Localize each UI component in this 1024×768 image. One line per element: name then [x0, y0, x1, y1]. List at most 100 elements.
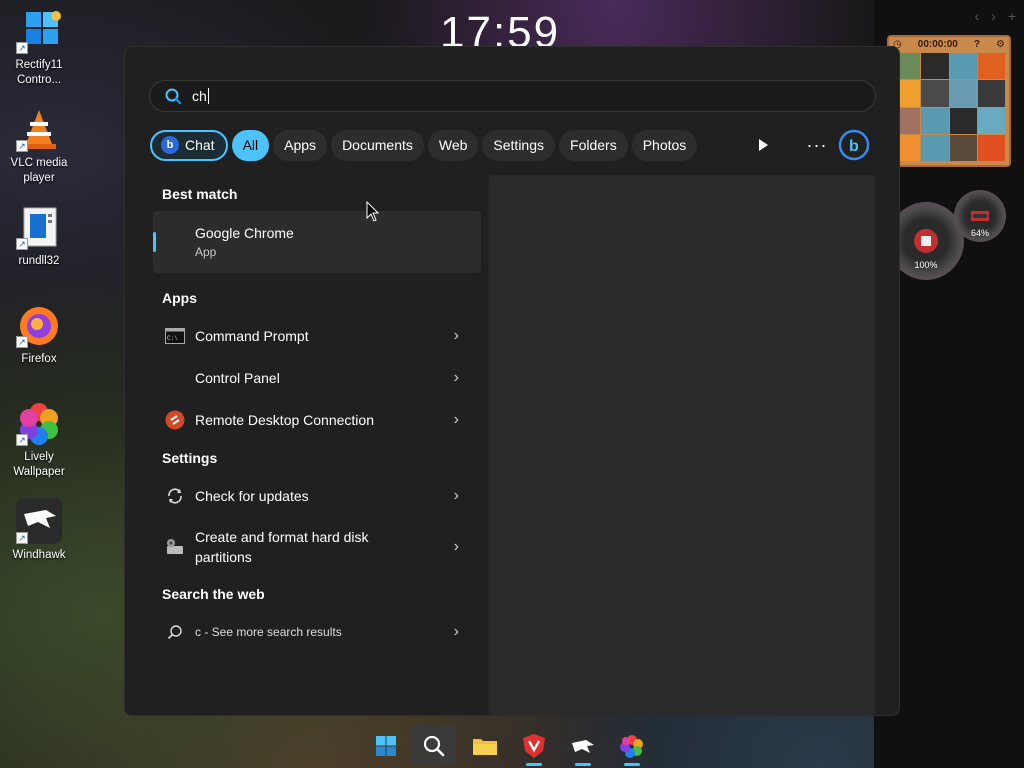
running-indicator: [624, 763, 640, 766]
filter-apps[interactable]: Apps: [273, 129, 328, 161]
taskbar-file-explorer[interactable]: [463, 726, 507, 766]
result-label: Control Panel: [195, 370, 280, 386]
filter-documents[interactable]: Documents: [331, 129, 424, 161]
chevron-right-icon[interactable]: ›: [454, 538, 459, 556]
desktop-icon-label: Windhawk: [12, 549, 66, 561]
desktop-icon-windhawk[interactable]: ↗ Windhawk: [4, 496, 74, 594]
firefox-logo-icon: ↗: [16, 302, 62, 348]
search-query: ch: [192, 88, 207, 104]
chevron-right-icon[interactable]: ›: [454, 369, 459, 387]
result-item-check-updates[interactable]: Check for updates ›: [153, 475, 481, 517]
desktop-icon-rectify11[interactable]: ↗ Rectify11 Contro...: [4, 6, 74, 104]
svg-text:C:\: C:\: [167, 335, 178, 342]
puzzle-tile[interactable]: [977, 134, 1005, 161]
puzzle-tile[interactable]: [921, 134, 949, 161]
taskbar-lively[interactable]: [610, 726, 654, 766]
result-item-disk-partitions[interactable]: Create and format hard disk partitions ›: [153, 517, 481, 577]
desktop-icons: ↗ Rectify11 Contro... ↗ VLC media player…: [4, 6, 74, 594]
memory-chip-icon: [971, 211, 989, 221]
chevron-right-icon[interactable]: ›: [454, 623, 459, 641]
filter-settings[interactable]: Settings: [482, 129, 556, 161]
puzzle-tile[interactable]: [977, 53, 1005, 80]
lively-flower-icon: [620, 735, 643, 758]
apps-header: Apps: [162, 290, 197, 306]
taskbar-search-button[interactable]: [412, 726, 456, 766]
puzzle-tile[interactable]: [921, 107, 949, 134]
help-icon[interactable]: ?: [974, 39, 980, 50]
more-options-button[interactable]: ···: [803, 129, 831, 161]
desktop-icon-label: Firefox: [21, 353, 57, 365]
search-input[interactable]: ch: [149, 80, 876, 112]
bing-chat-icon: b: [161, 136, 179, 154]
panel-nav: ‹ › +: [974, 8, 1016, 24]
best-match-item[interactable]: Google Chrome App: [153, 211, 481, 273]
shield-icon: [523, 734, 545, 758]
desktop-icon-lively[interactable]: ↗ Lively Wallpaper: [4, 398, 74, 496]
result-item-web-search[interactable]: c - See more search results ›: [153, 611, 481, 653]
rundll-doc-icon: ↗: [16, 204, 62, 250]
desktop-icon-label: rundll32: [18, 255, 60, 267]
desktop-icon-vlc[interactable]: ↗ VLC media player: [4, 104, 74, 202]
puzzle-tile[interactable]: [949, 80, 977, 107]
taskbar: [0, 724, 1024, 768]
more-filters-button[interactable]: [751, 129, 775, 161]
cmd-icon: C:\: [164, 325, 186, 347]
shortcut-arrow-icon: ↗: [16, 140, 28, 152]
taskbar-start-button[interactable]: [364, 726, 408, 766]
desktop-icon-label: Rectify11 Contro...: [15, 59, 63, 86]
filter-label: All: [242, 137, 259, 153]
remote-desktop-icon: [164, 409, 186, 431]
result-label: c - See more search results: [195, 625, 342, 639]
windhawk-eagle-icon: [572, 740, 594, 753]
puzzle-tile[interactable]: [921, 53, 949, 80]
ellipsis-icon: ···: [806, 134, 828, 155]
taskbar-vivaldi-shield[interactable]: [512, 726, 556, 766]
plus-icon[interactable]: +: [1008, 8, 1016, 24]
web-header: Search the web: [162, 586, 265, 602]
chevron-right-icon[interactable]: ›: [454, 327, 459, 345]
chevron-right-icon[interactable]: ›: [454, 487, 459, 505]
filter-all[interactable]: All: [231, 129, 270, 161]
puzzle-tile[interactable]: [949, 107, 977, 134]
puzzle-tile[interactable]: [977, 107, 1005, 134]
puzzle-tile[interactable]: [921, 80, 949, 107]
stop-icon: [914, 229, 938, 253]
results-list: Best match Google Chrome App Apps C:\ Co…: [153, 177, 481, 653]
bing-button[interactable]: b: [837, 129, 871, 161]
filter-folders[interactable]: Folders: [559, 129, 628, 161]
puzzle-grid[interactable]: [893, 53, 1005, 161]
settings-icon[interactable]: ⚙: [996, 39, 1005, 50]
chevron-left-icon[interactable]: ‹: [974, 8, 979, 24]
puzzle-tile[interactable]: [949, 53, 977, 80]
windhawk-eagle-icon: ↗: [16, 498, 62, 544]
shortcut-arrow-icon: ↗: [16, 42, 28, 54]
search-icon: [165, 88, 182, 105]
desktop-icon-firefox[interactable]: ↗ Firefox: [4, 300, 74, 398]
filter-label: Photos: [642, 137, 687, 153]
result-item-command-prompt[interactable]: C:\ Command Prompt ›: [153, 315, 481, 357]
filter-web[interactable]: Web: [427, 129, 479, 161]
gauge-small-value: 64%: [970, 228, 989, 238]
best-match-header: Best match: [162, 186, 238, 202]
svg-text:b: b: [849, 138, 859, 155]
puzzle-widget[interactable]: ◷ 00:00:00 ? ⚙: [887, 35, 1011, 167]
taskbar-windhawk[interactable]: [561, 726, 605, 766]
running-indicator: [526, 763, 542, 766]
puzzle-tile[interactable]: [977, 80, 1005, 107]
filter-photos[interactable]: Photos: [631, 129, 698, 161]
desktop-icon-rundll32[interactable]: ↗ rundll32: [4, 202, 74, 300]
result-item-control-panel[interactable]: Control Panel ›: [153, 357, 481, 399]
filter-bar: b Chat All Apps Documents Web Settings F…: [150, 129, 698, 161]
windows-logo-icon: ↗: [16, 8, 62, 54]
puzzle-tile[interactable]: [949, 134, 977, 161]
search-icon: [164, 621, 186, 643]
lively-flower-icon: ↗: [16, 400, 62, 446]
shortcut-arrow-icon: ↗: [16, 434, 28, 446]
result-item-remote-desktop[interactable]: Remote Desktop Connection ›: [153, 399, 481, 441]
chevron-right-icon[interactable]: ›: [991, 8, 996, 24]
running-indicator: [575, 763, 591, 766]
chevron-right-icon[interactable]: ›: [454, 411, 459, 429]
preview-pane: [489, 175, 875, 715]
result-label: Command Prompt: [195, 328, 309, 344]
filter-chat[interactable]: b Chat: [150, 129, 228, 161]
